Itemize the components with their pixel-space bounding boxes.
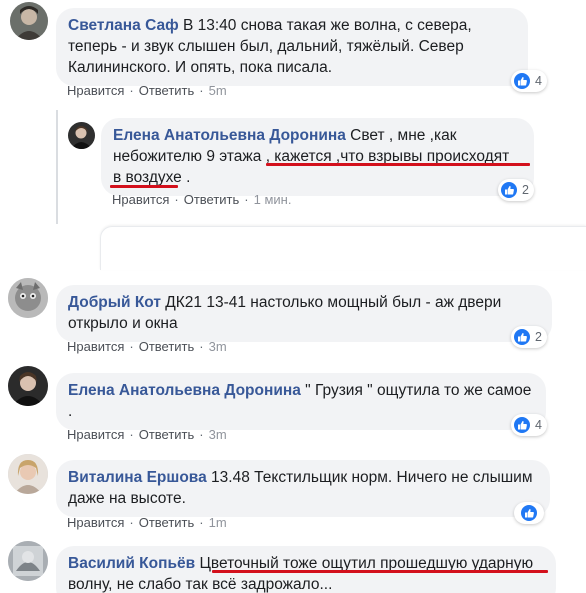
highlight-underline bbox=[110, 185, 178, 188]
like-icon bbox=[521, 505, 537, 521]
comment-author[interactable]: Виталина Ершова bbox=[68, 469, 207, 486]
comment-actions: Нравится · Ответить · 1m bbox=[67, 515, 227, 530]
highlight-underline bbox=[212, 570, 548, 573]
separator: · bbox=[129, 83, 134, 98]
comment-bubble: Елена Анатольевна Доронина " Грузия " ощ… bbox=[56, 373, 546, 430]
avatar[interactable] bbox=[8, 278, 48, 318]
separator: · bbox=[199, 427, 204, 442]
highlight-underline bbox=[266, 163, 530, 166]
comment-actions: Нравится · Ответить · 1 мин. bbox=[112, 192, 291, 207]
reaction-number: 2 bbox=[535, 330, 542, 344]
reaction-number: 2 bbox=[522, 183, 529, 197]
separator: · bbox=[199, 515, 204, 530]
comment-bubble: Виталина Ершова 13.48 Текстильщик норм. … bbox=[56, 460, 550, 517]
blank-reply-area bbox=[0, 224, 586, 270]
comment-author[interactable]: Добрый Кот bbox=[68, 294, 161, 311]
reply-button[interactable]: Ответить bbox=[139, 427, 195, 442]
reaction-count[interactable]: 2 bbox=[498, 179, 534, 201]
like-icon bbox=[501, 182, 517, 198]
separator: · bbox=[199, 339, 204, 354]
comment-bubble: Добрый Кот ДК21 13-41 настолько мощный б… bbox=[56, 285, 552, 342]
comment-author[interactable]: Елена Анатольевна Доронина bbox=[68, 382, 301, 399]
avatar[interactable] bbox=[68, 122, 95, 149]
comment-author[interactable]: Елена Анатольевна Доронина bbox=[113, 127, 346, 144]
separator: · bbox=[174, 192, 179, 207]
reply-button[interactable]: Ответить bbox=[139, 339, 195, 354]
like-button[interactable]: Нравится bbox=[67, 83, 124, 98]
reply-thread-line bbox=[56, 110, 58, 225]
like-icon bbox=[514, 73, 530, 89]
reaction-count[interactable]: 4 bbox=[511, 414, 547, 436]
timestamp[interactable]: 5m bbox=[209, 83, 227, 98]
reaction-number: 4 bbox=[535, 418, 542, 432]
separator: · bbox=[129, 427, 134, 442]
separator: · bbox=[199, 83, 204, 98]
separator: · bbox=[129, 515, 134, 530]
timestamp[interactable]: 1m bbox=[209, 515, 227, 530]
like-button[interactable]: Нравится bbox=[67, 427, 124, 442]
reaction-count[interactable]: 2 bbox=[511, 326, 547, 348]
timestamp[interactable]: 3m bbox=[209, 339, 227, 354]
comment-author[interactable]: Василий Копьёв bbox=[68, 555, 195, 572]
separator: · bbox=[244, 192, 249, 207]
comment-bubble: Светлана Саф В 13:40 снова такая же волн… bbox=[56, 8, 528, 86]
separator: · bbox=[129, 339, 134, 354]
avatar[interactable] bbox=[8, 454, 48, 494]
avatar[interactable] bbox=[8, 366, 48, 406]
avatar[interactable] bbox=[10, 2, 48, 40]
timestamp[interactable]: 3m bbox=[209, 427, 227, 442]
avatar[interactable] bbox=[8, 541, 48, 581]
reaction-count[interactable]: 4 bbox=[511, 70, 547, 92]
reply-button[interactable]: Ответить bbox=[139, 83, 195, 98]
like-icon bbox=[514, 417, 530, 433]
comment-actions: Нравится · Ответить · 5m bbox=[67, 83, 227, 98]
like-button[interactable]: Нравится bbox=[67, 515, 124, 530]
reaction-number: 4 bbox=[535, 74, 542, 88]
reply-button[interactable]: Ответить bbox=[139, 515, 195, 530]
like-icon bbox=[514, 329, 530, 345]
like-button[interactable]: Нравится bbox=[67, 339, 124, 354]
comment-actions: Нравится · Ответить · 3m bbox=[67, 339, 227, 354]
comment-author[interactable]: Светлана Саф bbox=[68, 17, 179, 34]
comment-actions: Нравится · Ответить · 3m bbox=[67, 427, 227, 442]
like-button[interactable]: Нравится bbox=[112, 192, 169, 207]
timestamp[interactable]: 1 мин. bbox=[254, 192, 292, 207]
reaction-count[interactable] bbox=[514, 502, 544, 524]
reply-button[interactable]: Ответить bbox=[184, 192, 240, 207]
reply-input-placeholder[interactable] bbox=[100, 226, 586, 270]
